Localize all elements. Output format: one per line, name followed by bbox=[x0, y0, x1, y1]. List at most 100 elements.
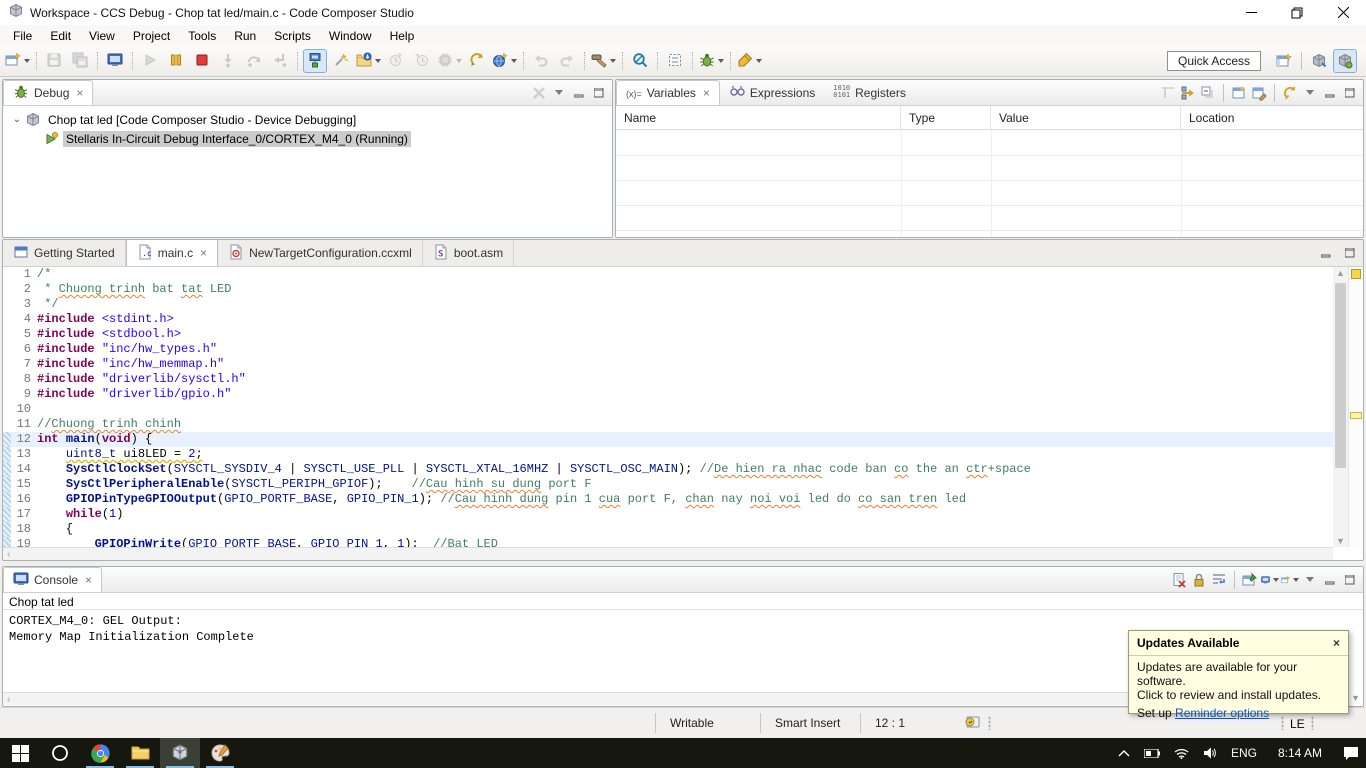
taskbar-file-explorer-icon[interactable] bbox=[120, 738, 160, 768]
view-menu-icon[interactable] bbox=[1306, 90, 1314, 95]
tab-debug-close-icon[interactable]: × bbox=[76, 86, 83, 100]
code-line-12[interactable]: 12int main(void) { bbox=[3, 432, 1333, 447]
refresh-target-button[interactable] bbox=[465, 49, 489, 73]
notification-center-icon[interactable] bbox=[1336, 738, 1366, 768]
menu-edit[interactable]: Edit bbox=[41, 27, 80, 45]
code-line-17[interactable]: 17 while(1) bbox=[3, 507, 1333, 522]
view-menu-icon[interactable] bbox=[1306, 577, 1314, 582]
display-selected-console-button[interactable] bbox=[1261, 571, 1279, 589]
add-global-variables-button[interactable] bbox=[1179, 84, 1197, 102]
menu-tools[interactable]: Tools bbox=[179, 27, 225, 45]
new-target-configuration-button[interactable] bbox=[491, 49, 518, 73]
editor-tab-newtargetconfiguration-ccxml[interactable]: NewTargetConfiguration.ccxml bbox=[218, 240, 423, 266]
close-button[interactable] bbox=[1320, 0, 1366, 25]
debug-tree-item[interactable]: ⌄Chop tat led [Code Composer Studio - De… bbox=[3, 110, 612, 129]
scroll-up-icon[interactable]: ▲ bbox=[1336, 267, 1345, 279]
tab-variables[interactable]: (x)=Variables× bbox=[616, 80, 720, 105]
column-header-value[interactable]: Value bbox=[991, 106, 1181, 130]
maximize-view-button[interactable] bbox=[1341, 84, 1359, 102]
code-line-6[interactable]: 6#include "inc/hw_types.h" bbox=[3, 342, 1333, 357]
ccs-debug-perspective-button[interactable] bbox=[1333, 49, 1357, 73]
step-over-button[interactable] bbox=[242, 49, 266, 73]
step-into-button[interactable] bbox=[216, 49, 240, 73]
undo-button[interactable] bbox=[529, 49, 553, 73]
taskbar-chrome-icon[interactable] bbox=[80, 738, 120, 768]
code-line-1[interactable]: 1/* bbox=[3, 267, 1333, 282]
debug-console-button[interactable] bbox=[103, 49, 127, 73]
new-view-layout-button[interactable] bbox=[1230, 84, 1248, 102]
dropdown-icon[interactable] bbox=[375, 59, 381, 63]
taskbar-paint-icon[interactable] bbox=[200, 738, 240, 768]
minimize-button[interactable] bbox=[1228, 0, 1274, 25]
dropdown-icon[interactable] bbox=[456, 59, 462, 63]
dropdown-icon[interactable] bbox=[24, 59, 30, 63]
code-line-18[interactable]: 18 { bbox=[3, 522, 1333, 537]
build-button[interactable] bbox=[590, 49, 617, 73]
notification-close-icon[interactable]: × bbox=[1333, 636, 1340, 650]
view-menu-icon[interactable] bbox=[555, 90, 563, 95]
variables-table-body[interactable] bbox=[616, 130, 1363, 237]
code-line-9[interactable]: 9#include "driverlib/gpio.h" bbox=[3, 387, 1333, 402]
column-header-name[interactable]: Name bbox=[616, 106, 901, 130]
collapse-all-button[interactable] bbox=[1199, 84, 1217, 102]
debug-button[interactable] bbox=[698, 49, 725, 73]
debug-tree-item[interactable]: Stellaris In-Circuit Debug Interface_0/C… bbox=[3, 129, 612, 148]
dropdown-icon[interactable] bbox=[610, 59, 616, 63]
editor-scroll-thumb[interactable] bbox=[1335, 283, 1346, 468]
step-filters-button[interactable] bbox=[329, 49, 353, 73]
editor-tab-boot-asm[interactable]: Sboot.asm bbox=[423, 240, 514, 266]
code-line-16[interactable]: 16 GPIOPinTypeGPIOOutput(GPIO_PORTF_BASE… bbox=[3, 492, 1333, 507]
clear-console-button[interactable] bbox=[1170, 571, 1188, 589]
tray-wifi-icon[interactable] bbox=[1167, 738, 1196, 768]
pin-console-button[interactable] bbox=[1241, 571, 1259, 589]
search-button[interactable] bbox=[628, 49, 652, 73]
code-line-7[interactable]: 7#include "inc/hw_memmap.h" bbox=[3, 357, 1333, 372]
new-file-button[interactable] bbox=[4, 49, 31, 73]
ccs-edit-perspective-button[interactable] bbox=[1307, 49, 1331, 73]
tray-clock[interactable]: 8:14 AM bbox=[1264, 738, 1336, 768]
cpu-reset-button[interactable] bbox=[436, 49, 463, 73]
scroll-left-icon[interactable]: ‹ bbox=[3, 549, 10, 560]
menu-scripts[interactable]: Scripts bbox=[265, 27, 320, 45]
code-line-4[interactable]: 4#include <stdint.h> bbox=[3, 312, 1333, 327]
tray-tray-chevron-icon[interactable] bbox=[1111, 738, 1137, 768]
maximize-view-button[interactable] bbox=[590, 84, 608, 102]
console-scroll-left-icon[interactable]: ‹ bbox=[3, 694, 10, 705]
menu-view[interactable]: View bbox=[80, 27, 124, 45]
step-return-button[interactable] bbox=[268, 49, 292, 73]
code-line-19[interactable]: 19 GPIOPinWrite(GPIO_PORTF_BASE, GPIO_PI… bbox=[3, 537, 1333, 547]
quick-access-box[interactable]: Quick Access bbox=[1167, 51, 1261, 71]
overview-warning-marker[interactable] bbox=[1350, 412, 1362, 419]
dropdown-icon[interactable] bbox=[511, 59, 517, 63]
connect-target-button[interactable] bbox=[303, 49, 327, 73]
overview-occurrence-marker[interactable] bbox=[1351, 269, 1361, 279]
tab-console[interactable]: Console × bbox=[3, 567, 102, 592]
column-header-location[interactable]: Location bbox=[1181, 106, 1364, 130]
menu-file[interactable]: File bbox=[4, 27, 41, 45]
taskbar-cortana-icon[interactable] bbox=[40, 738, 80, 768]
refresh-button[interactable] bbox=[1281, 84, 1299, 102]
redo-button[interactable] bbox=[555, 49, 579, 73]
code-line-14[interactable]: 14 SysCtlClockSet(SYSCTL_SYSDIV_4 | SYSC… bbox=[3, 462, 1333, 477]
dropdown-icon[interactable] bbox=[718, 59, 724, 63]
editor-maximize-button[interactable] bbox=[1341, 244, 1359, 262]
open-element-button[interactable] bbox=[663, 49, 687, 73]
terminate-button[interactable] bbox=[190, 49, 214, 73]
code-editor[interactable]: 1/*2 * Chuong trinh bat tat LED3 */4#inc… bbox=[3, 267, 1333, 547]
code-line-10[interactable]: 10 bbox=[3, 402, 1333, 417]
menu-help[interactable]: Help bbox=[381, 27, 424, 45]
code-line-8[interactable]: 8#include "driverlib/sysctl.h" bbox=[3, 372, 1333, 387]
remove-all-terminated-button[interactable] bbox=[530, 84, 548, 102]
open-console-button[interactable] bbox=[1281, 571, 1299, 589]
code-line-15[interactable]: 15 SysCtlPeripheralEnable(SYSCTL_PERIPH_… bbox=[3, 477, 1333, 492]
editor-tab-getting-started[interactable]: Getting Started bbox=[3, 240, 126, 266]
code-line-3[interactable]: 3 */ bbox=[3, 297, 1333, 312]
flash-button[interactable] bbox=[736, 49, 763, 73]
restore-button[interactable] bbox=[1274, 0, 1320, 25]
dropdown-icon[interactable] bbox=[756, 59, 762, 63]
minimize-view-button[interactable] bbox=[570, 84, 588, 102]
tab-console-close-icon[interactable]: × bbox=[85, 573, 92, 587]
save-all-button[interactable] bbox=[68, 49, 92, 73]
suspend-button[interactable] bbox=[164, 49, 188, 73]
tray-language[interactable]: ENG bbox=[1224, 738, 1264, 768]
